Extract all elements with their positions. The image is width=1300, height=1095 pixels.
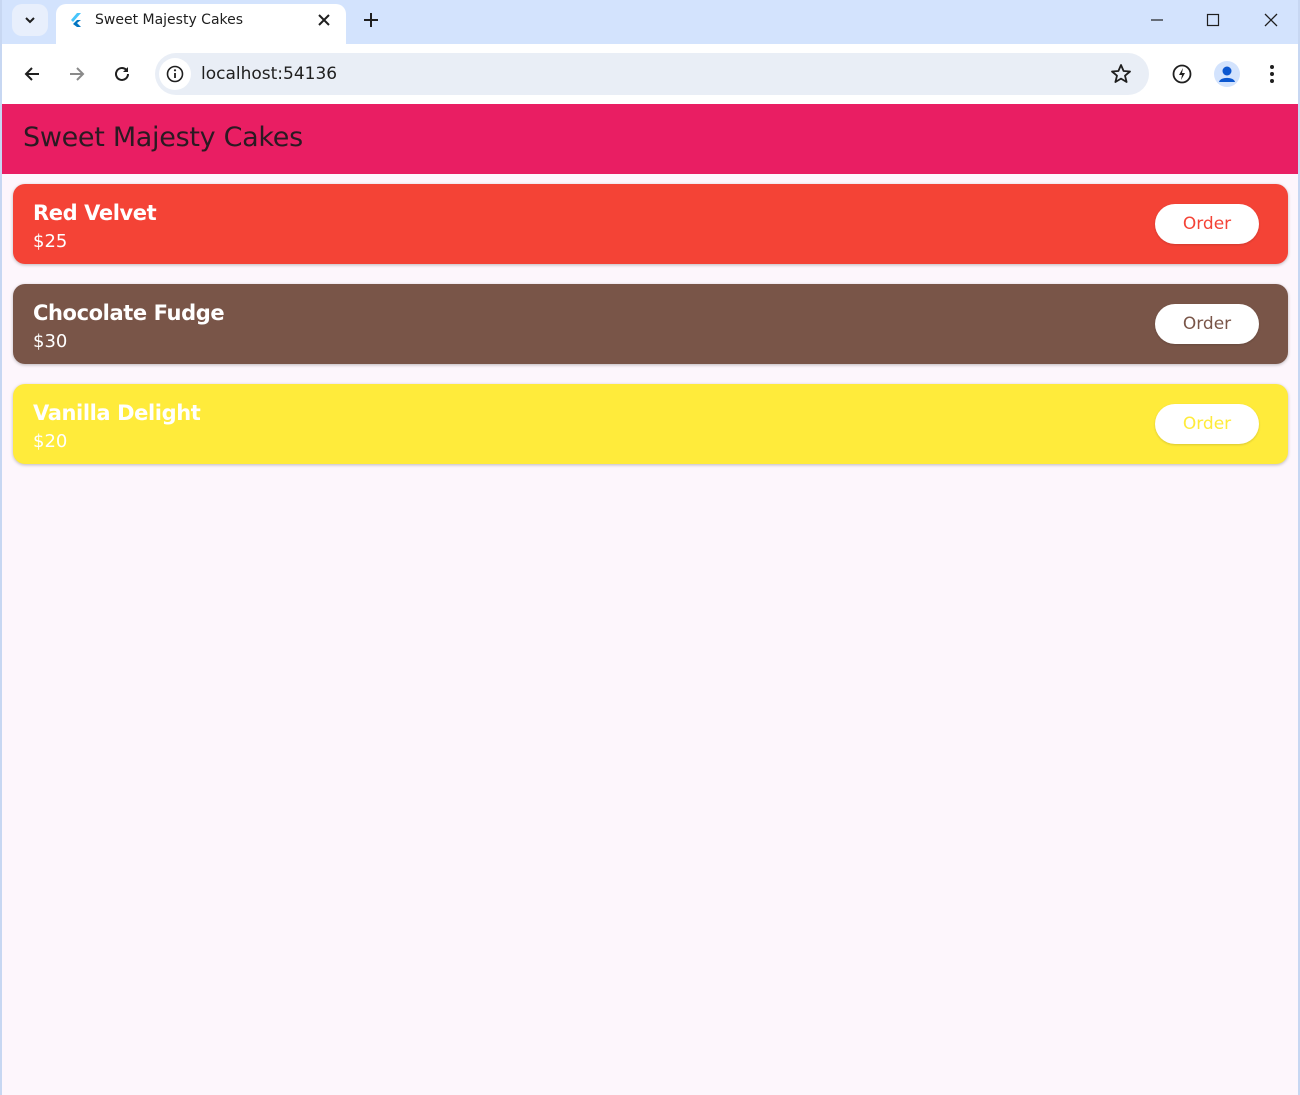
arrow-left-icon bbox=[24, 67, 39, 81]
reload-icon bbox=[115, 66, 129, 81]
order-button[interactable]: Order bbox=[1155, 204, 1259, 244]
order-button[interactable]: Order bbox=[1155, 404, 1259, 444]
page-title: Sweet Majesty Cakes bbox=[23, 122, 303, 153]
minimize-icon bbox=[1151, 19, 1163, 21]
forward-button[interactable] bbox=[61, 58, 93, 90]
cake-name: Red Velvet bbox=[33, 201, 157, 225]
performance-button[interactable] bbox=[1166, 58, 1198, 90]
info-icon bbox=[166, 65, 184, 83]
cake-price: $30 bbox=[33, 331, 68, 352]
menu-button[interactable] bbox=[1256, 58, 1288, 90]
tab-active[interactable]: Sweet Majesty Cakes bbox=[56, 4, 346, 44]
minimize-button[interactable] bbox=[1139, 6, 1175, 34]
close-icon bbox=[318, 14, 330, 26]
cake-name: Vanilla Delight bbox=[33, 401, 201, 425]
cake-price: $20 bbox=[33, 431, 68, 452]
address-bar[interactable]: localhost:54136 bbox=[155, 53, 1149, 95]
url-text[interactable]: localhost:54136 bbox=[201, 64, 337, 84]
tab-strip: Sweet Majesty Cakes bbox=[2, 0, 1298, 44]
maximize-icon bbox=[1206, 13, 1220, 27]
site-info-button[interactable] bbox=[159, 58, 191, 90]
more-vert-icon bbox=[1270, 65, 1274, 83]
chevron-down-icon bbox=[25, 17, 35, 24]
tab-close-button[interactable] bbox=[314, 10, 334, 30]
cake-list: Red Velvet $25 Order Chocolate Fudge $30… bbox=[13, 184, 1288, 484]
cake-name: Chocolate Fudge bbox=[33, 301, 225, 325]
close-window-button[interactable] bbox=[1253, 6, 1289, 34]
app-bar: Sweet Majesty Cakes bbox=[2, 104, 1298, 174]
avatar-icon bbox=[1214, 61, 1240, 87]
browser-toolbar: localhost:54136 bbox=[2, 44, 1298, 104]
browser-window: Sweet Majesty Cakes localhost:54136 Swee… bbox=[0, 0, 1300, 1095]
new-tab-button[interactable] bbox=[358, 6, 384, 34]
close-icon bbox=[1264, 13, 1278, 27]
order-button[interactable]: Order bbox=[1155, 304, 1259, 344]
tab-search-button[interactable] bbox=[12, 4, 48, 36]
cake-price: $25 bbox=[33, 231, 68, 252]
tab-title: Sweet Majesty Cakes bbox=[95, 12, 244, 28]
back-button[interactable] bbox=[16, 58, 48, 90]
cake-card: Vanilla Delight $20 Order bbox=[13, 384, 1288, 464]
flutter-icon bbox=[71, 13, 81, 27]
profile-button[interactable] bbox=[1211, 58, 1243, 90]
star-icon[interactable] bbox=[1109, 62, 1133, 86]
maximize-button[interactable] bbox=[1195, 6, 1231, 34]
arrow-right-icon bbox=[70, 67, 85, 81]
cake-card: Chocolate Fudge $30 Order bbox=[13, 284, 1288, 364]
cake-card: Red Velvet $25 Order bbox=[13, 184, 1288, 264]
speed-icon bbox=[1172, 64, 1192, 84]
reload-button[interactable] bbox=[106, 58, 138, 90]
plus-icon bbox=[364, 13, 378, 27]
